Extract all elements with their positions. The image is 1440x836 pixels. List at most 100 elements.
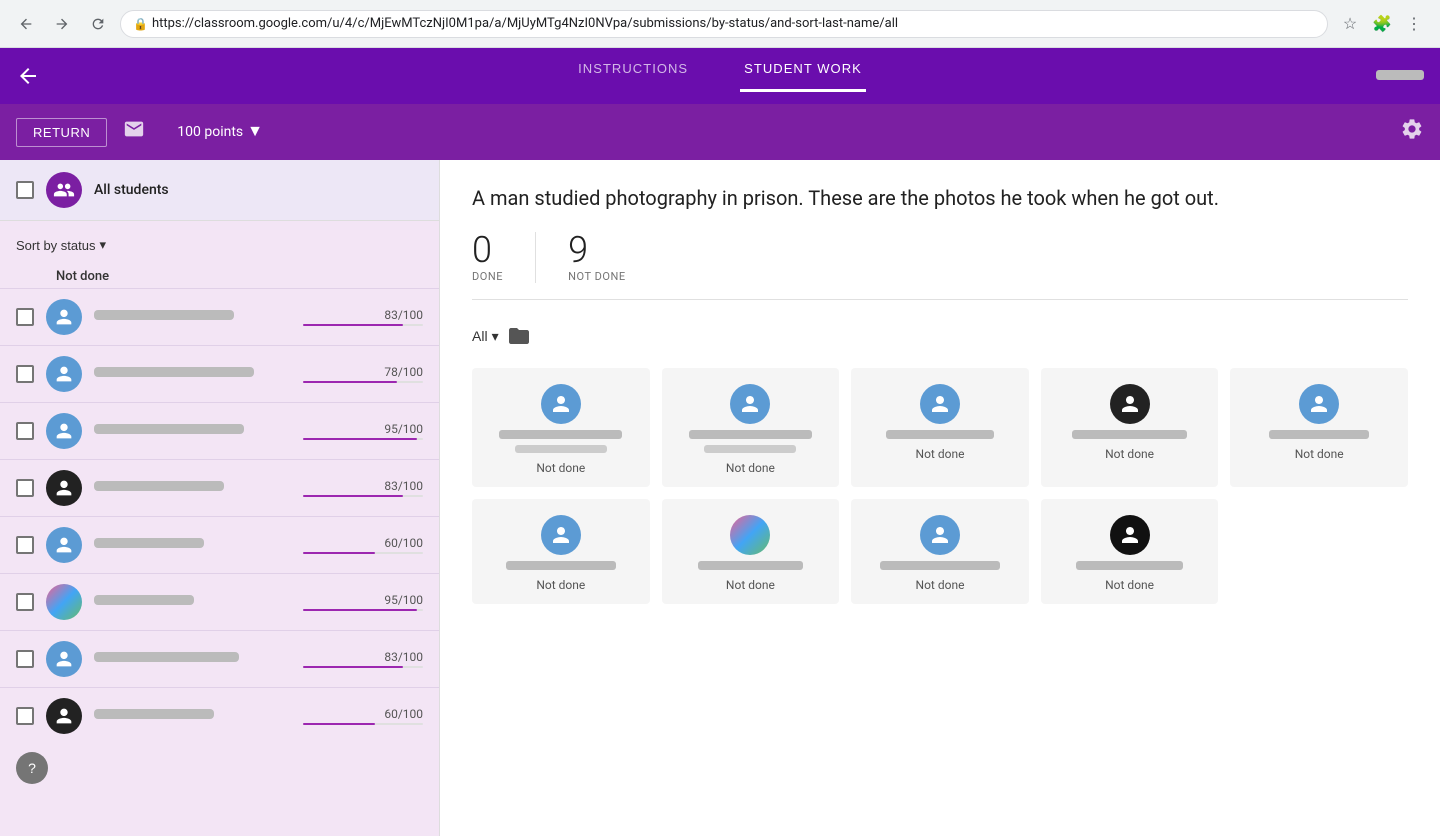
stat-not-done: 9 NOT DONE	[568, 232, 658, 283]
list-item[interactable]: 83/100	[0, 630, 439, 687]
header-tabs: INSTRUCTIONS STUDENT WORK	[574, 61, 866, 92]
student-checkbox-4[interactable]	[16, 536, 34, 554]
sort-dropdown-icon: ▾	[99, 237, 106, 253]
stat-done: 0 DONE	[472, 232, 536, 283]
card-name-1	[689, 430, 812, 439]
student-card-8[interactable]: Not done	[1041, 499, 1219, 604]
back-button[interactable]	[12, 10, 40, 38]
url-bar[interactable]: 🔒 https://classroom.google.com/u/4/c/MjE…	[120, 10, 1328, 38]
email-button[interactable]	[123, 118, 145, 146]
section-label: Not done	[0, 261, 439, 288]
score-bar-container-0: 83/100	[303, 308, 423, 326]
main-layout: All students Sort by status ▾ Not done 8…	[0, 160, 1440, 836]
student-avatar-7	[46, 698, 82, 734]
forward-button[interactable]	[48, 10, 76, 38]
filter-folder-button[interactable]	[507, 324, 531, 348]
card-status-7: Not done	[916, 578, 965, 592]
content-area: A man studied photography in prison. The…	[440, 160, 1440, 836]
student-info-6	[94, 652, 291, 666]
all-students-label: All students	[94, 182, 169, 198]
tab-instructions[interactable]: INSTRUCTIONS	[574, 61, 692, 92]
student-card-7[interactable]: Not done	[851, 499, 1029, 604]
score-bar-container-6: 83/100	[303, 650, 423, 668]
app-back-button[interactable]	[16, 64, 40, 88]
list-item[interactable]: 78/100	[0, 345, 439, 402]
student-grid: Not done Not done Not done	[472, 368, 1408, 604]
card-name-sub-1	[704, 445, 796, 453]
all-students-row[interactable]: All students	[0, 160, 439, 221]
list-item[interactable]: 95/100	[0, 402, 439, 459]
card-avatar-0	[541, 384, 581, 424]
student-score-7: 60/100	[384, 707, 423, 721]
stat-not-done-number: 9	[568, 232, 626, 268]
refresh-button[interactable]	[84, 10, 112, 38]
student-avatar-3	[46, 470, 82, 506]
menu-button[interactable]: ⋮	[1400, 10, 1428, 38]
user-email	[1376, 69, 1424, 83]
card-avatar-3	[1110, 384, 1150, 424]
list-item[interactable]: 83/100	[0, 459, 439, 516]
student-card-0[interactable]: Not done	[472, 368, 650, 487]
student-avatar-0	[46, 299, 82, 335]
stats-row: 0 DONE 9 NOT DONE	[472, 232, 1408, 300]
sort-label: Sort by status	[16, 238, 95, 253]
list-item[interactable]: 95/100	[0, 573, 439, 630]
student-checkbox-7[interactable]	[16, 707, 34, 725]
student-checkbox-2[interactable]	[16, 422, 34, 440]
student-card-6[interactable]: Not done	[662, 499, 840, 604]
student-avatar-6	[46, 641, 82, 677]
student-card-4[interactable]: Not done	[1230, 368, 1408, 487]
card-avatar-7	[920, 515, 960, 555]
student-checkbox-1[interactable]	[16, 365, 34, 383]
stat-not-done-label: NOT DONE	[568, 270, 626, 283]
list-item[interactable]: 60/100	[0, 516, 439, 573]
all-students-checkbox[interactable]	[16, 181, 34, 199]
student-info-0	[94, 310, 291, 324]
student-avatar-1	[46, 356, 82, 392]
card-name-6	[698, 561, 802, 570]
extension-button[interactable]: 🧩	[1368, 10, 1396, 38]
tab-student-work[interactable]: STUDENT WORK	[740, 61, 866, 92]
star-button[interactable]: ☆	[1336, 10, 1364, 38]
browser-toolbar-icons: ☆ 🧩 ⋮	[1336, 10, 1428, 38]
help-button[interactable]: ?	[16, 752, 48, 784]
score-bar-container-4: 60/100	[303, 536, 423, 554]
points-label: 100 points	[177, 124, 243, 140]
stat-done-number: 0	[472, 232, 503, 268]
student-score-2: 95/100	[384, 422, 423, 436]
student-checkbox-5[interactable]	[16, 593, 34, 611]
student-checkbox-0[interactable]	[16, 308, 34, 326]
card-status-2: Not done	[916, 447, 965, 461]
student-card-1[interactable]: Not done	[662, 368, 840, 487]
student-score-0: 83/100	[384, 308, 423, 322]
card-status-0: Not done	[536, 461, 585, 475]
card-name-0	[499, 430, 622, 439]
student-card-5[interactable]: Not done	[472, 499, 650, 604]
list-item[interactable]: 60/100	[0, 687, 439, 744]
student-checkbox-3[interactable]	[16, 479, 34, 497]
card-name-8	[1076, 561, 1184, 570]
card-status-3: Not done	[1105, 447, 1154, 461]
filter-all-label: All	[472, 328, 488, 344]
student-info-3	[94, 481, 291, 495]
sidebar: All students Sort by status ▾ Not done 8…	[0, 160, 440, 836]
student-card-2[interactable]: Not done	[851, 368, 1029, 487]
points-dropdown-button[interactable]: ▼	[247, 123, 263, 141]
card-name-sub-0	[515, 445, 607, 453]
card-avatar-1	[730, 384, 770, 424]
student-avatar-4	[46, 527, 82, 563]
filter-all-button[interactable]: All ▾	[472, 328, 499, 345]
settings-button[interactable]	[1400, 117, 1424, 147]
student-card-3[interactable]: Not done	[1041, 368, 1219, 487]
return-button[interactable]: RETURN	[16, 118, 107, 147]
filter-dropdown-icon: ▾	[492, 328, 499, 345]
sort-button[interactable]: Sort by status ▾	[16, 237, 106, 253]
student-checkbox-6[interactable]	[16, 650, 34, 668]
card-status-1: Not done	[726, 461, 775, 475]
list-item[interactable]: 83/100	[0, 288, 439, 345]
student-avatar-2	[46, 413, 82, 449]
card-status-5: Not done	[536, 578, 585, 592]
student-score-4: 60/100	[384, 536, 423, 550]
card-status-4: Not done	[1295, 447, 1344, 461]
student-avatar-5	[46, 584, 82, 620]
